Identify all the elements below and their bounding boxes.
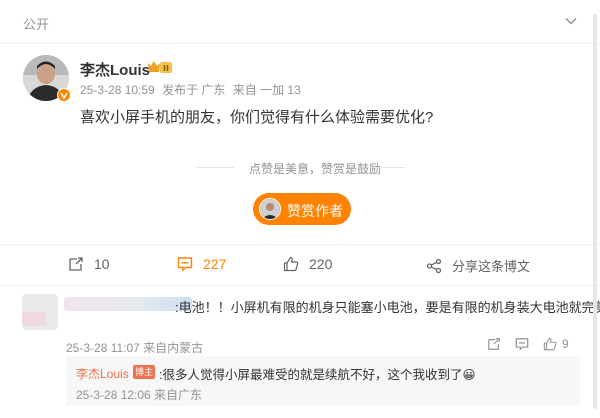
comment-actions: 9 [487,337,569,351]
divider [0,285,600,286]
comment-like-count: 9 [562,337,569,351]
visibility-label: 公开 [23,17,50,32]
divider [367,167,405,168]
divider [0,43,600,44]
reward-label: 赞赏作者 [287,203,343,219]
reply-meta: 25-3-28 12:06 来自广东 [76,388,203,402]
reply-text: :很多人觉得小屏最难受的就是续航不好，这个我收到了😀 [159,368,476,382]
share-label: 分享这条博文 [452,259,531,274]
reward-author-button[interactable]: 赞赏作者 [253,193,351,225]
author-name[interactable]: 李杰Louis [80,59,150,80]
like-count: 220 [309,256,333,272]
reply-author-name[interactable]: 李杰Louis [76,365,129,382]
thumbs-up-icon[interactable] [543,337,557,351]
crown-level: II [163,64,169,73]
commenter-avatar [22,312,46,326]
comment-text: :电池！！小屏机有限的机身只能塞小电池，要是有限的机身装大电池就完美 [175,300,600,315]
like-button[interactable]: 220 [283,256,332,272]
share-icon [426,258,442,273]
verified-badge-icon [57,88,71,102]
comment-meta: 25-3-28 11:07 来自内蒙古 [66,341,204,355]
author-reply: 李杰Louis 博主 :很多人觉得小屏最难受的就是续航不好，这个我收到了😀 25… [66,356,580,406]
reward-avatar-icon [259,198,281,220]
post-source: 来自 一加 13 [232,83,301,97]
repost-icon [69,257,83,271]
post-location: 发布于 广东 [162,83,226,97]
scrollbar[interactable] [593,14,597,409]
chevron-down-icon[interactable] [564,14,578,28]
author-tag: 博主 [133,365,155,379]
post-timestamp[interactable]: 25-3-28 10:59 [80,83,155,97]
repost-button[interactable]: 10 [68,256,110,272]
thumbs-up-icon [283,256,299,272]
post-meta: 25-3-28 10:59 发布于 广东 来自 一加 13 [80,81,305,98]
comment-count: 227 [203,256,227,272]
comment-button[interactable]: 227 [177,256,226,272]
post-toolbar: 10 227 220 分享这条博文 [0,245,600,285]
like-hint-text: 点赞是美意，赞赏是鼓励 [248,162,381,176]
comment-icon [177,257,193,272]
crown-badge-icon: II [147,60,173,79]
repost-count: 10 [94,256,110,272]
repost-icon[interactable] [487,337,501,351]
post-header-bar: 公开 [0,0,600,44]
commenter-name-redacted[interactable] [64,297,192,311]
reply-icon[interactable] [515,337,529,351]
post-content: 喜欢小屏手机的朋友，你们觉得有什么体验需要优化? [80,109,434,126]
share-button[interactable]: 分享这条博文 [426,256,530,275]
